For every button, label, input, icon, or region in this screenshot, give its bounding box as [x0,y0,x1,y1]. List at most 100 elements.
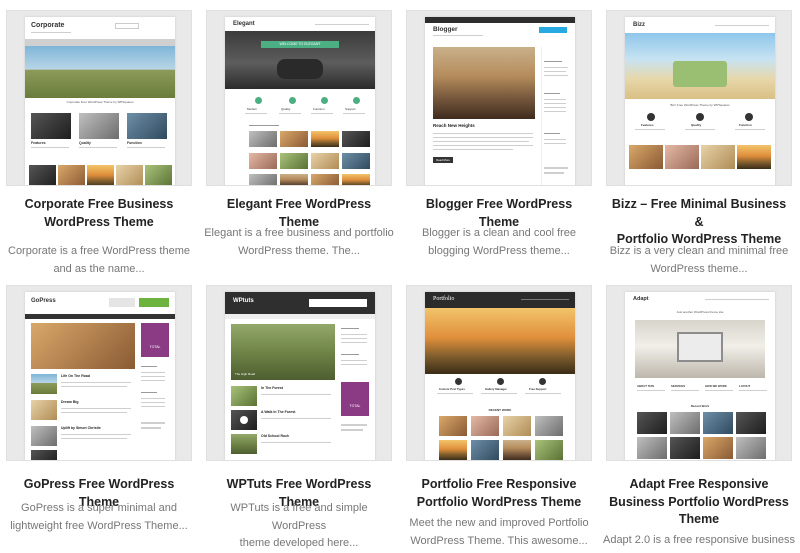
theme-title-line[interactable]: Bizz – Free Minimal Business & [606,196,792,231]
theme-description: Blogger is a clean and cool free bloggin… [402,225,596,260]
theme-desc-line: GoPress is a super minimal and [21,502,177,514]
theme-desc-line: Bizz is a very clean and minimal free [609,245,789,257]
theme-description: WPTuts is a free and simple WordPress th… [202,500,396,553]
preview-logo: Blogger [433,26,458,33]
theme-preview-wptuts: WPtuts The High Road In The Forest A Wal… [225,292,375,460]
preview-feature-3: Function [313,107,325,111]
preview-ad: TOTAL [141,323,169,357]
theme-desc-line: and as the name... [53,262,145,275]
theme-desc-line: Elegant is a free business and portfolio [204,227,394,239]
preview-hero-image [425,308,575,374]
theme-title[interactable]: Bizz – Free Minimal Business & Portfolio… [606,196,792,249]
theme-desc-line: Adapt 2.0 is a free responsive business [602,534,795,546]
theme-description: GoPress is a super minimal and lightweig… [2,500,196,535]
theme-thumbnail[interactable]: Bizz Bizz Free WordPress Theme by WPSqua… [606,10,792,186]
preview-feature-1: Features [31,141,46,145]
theme-description: Elegant is a free business and portfolio… [202,225,396,260]
preview-feature-2: SERVICES [671,384,686,388]
theme-desc-line: Meet the new and improved Portfolio [409,517,589,529]
preview-feature-4: LAYOUT [739,384,751,388]
theme-desc-line: blogging WordPress theme... [428,244,570,257]
preview-post-1: Life On The Road [61,374,90,378]
preview-post-4: Old School Rock [261,434,290,438]
preview-hero-image [31,323,135,369]
theme-thumbnail[interactable]: Corporate Corporate Free WordPress Theme… [6,10,192,186]
theme-title-line[interactable]: Adapt Free Responsive [606,476,792,494]
theme-preview-adapt: Adapt Just another WordPress theme site … [625,292,775,460]
preview-logo: GoPress [31,298,56,304]
theme-desc-line: Corporate is a free WordPress theme [8,245,190,257]
theme-preview-portfolio: Portfolio Custom Post Types Gallery Mana… [425,292,575,460]
preview-post-1: The High Road [235,372,256,376]
preview-post-2: Dream Big [61,400,79,404]
preview-feature-1: Features [641,123,654,127]
preview-feature-2: Quality [79,141,91,145]
theme-description: Corporate is a free WordPress theme and … [2,243,196,278]
preview-feature-2: Gallery Manager [485,387,507,391]
theme-thumbnail[interactable]: WPtuts The High Road In The Forest A Wal… [206,285,392,461]
theme-title-line[interactable]: Theme [606,511,792,529]
preview-feature-1: Modern [247,107,258,111]
preview-section-title: Recent Work [690,404,710,408]
preview-logo: Elegant [233,21,255,27]
preview-feature-1: Custom Post Types [439,387,465,391]
theme-desc-line: lightweight free WordPress Theme... [10,519,188,532]
theme-preview-gopress: GoPress Life On The Road Dream Big Uplif… [25,292,175,460]
theme-desc-line: WordPress Theme. This awesome... [410,534,588,547]
preview-post-image [433,47,535,119]
theme-title-line[interactable]: WordPress Theme [6,214,192,232]
preview-feature-3: Function [739,123,752,127]
preview-section-title: RECENT WORK [488,408,512,412]
preview-feature-2: Quality [281,107,291,111]
theme-card-elegant[interactable]: Elegant WELCOME TO ELEGANT Modern Qualit… [204,10,394,280]
theme-card-portfolio[interactable]: Portfolio Custom Post Types Gallery Mana… [406,285,592,553]
theme-preview-bizz: Bizz Bizz Free WordPress Theme by WPSqua… [625,17,775,185]
preview-feature-3: Function [127,141,142,145]
theme-description: Adapt 2.0 is a free responsive business [602,532,796,550]
preview-feature-2: Quality [691,123,702,127]
theme-card-blogger[interactable]: Blogger Reach New Heights Read More Blog… [406,10,592,280]
preview-banner: Corporate Free WordPress Theme by WPSqua… [66,100,134,104]
preview-post-3: A Walk In The Forest [261,410,296,414]
preview-post-3: Uplift by Simon Christie [61,426,101,430]
theme-desc-line: WordPress theme... [650,262,748,275]
theme-title-line[interactable]: Business Portfolio WordPress [606,494,792,512]
theme-thumbnail[interactable]: Adapt Just another WordPress theme site … [606,285,792,461]
theme-title[interactable]: Portfolio Free Responsive Portfolio Word… [406,476,592,511]
preview-feature-3: Free Support [529,387,547,391]
theme-card-adapt[interactable]: Adapt Just another WordPress theme site … [603,285,795,553]
theme-title-line[interactable]: Portfolio WordPress Theme [406,494,592,512]
preview-logo: Bizz [633,22,645,28]
theme-card-corporate[interactable]: Corporate Corporate Free WordPress Theme… [6,10,192,280]
preview-post-2: In The Forest [261,386,283,390]
theme-desc-line: Blogger is a clean and cool free [421,227,577,239]
preview-logo: Portfolio [433,296,455,302]
preview-logo: WPtuts [233,298,254,304]
theme-thumbnail[interactable]: GoPress Life On The Road Dream Big Uplif… [6,285,192,461]
preview-logo: Adapt [633,296,649,302]
preview-read-more: Read More [433,157,453,163]
theme-card-bizz[interactable]: Bizz Bizz Free WordPress Theme by WPSqua… [606,10,792,280]
theme-title-line[interactable]: Portfolio Free Responsive [406,476,592,494]
preview-feature-4: Support [345,107,356,111]
preview-logo: Corporate [31,22,65,29]
theme-card-gopress[interactable]: GoPress Life On The Road Dream Big Uplif… [6,285,192,553]
theme-desc-line: theme developed here... [239,537,359,549]
theme-description: Meet the new and improved Portfolio Word… [402,515,596,550]
theme-thumbnail[interactable]: Elegant WELCOME TO ELEGANT Modern Qualit… [206,10,392,186]
theme-description: Bizz is a very clean and minimal free Wo… [602,243,796,278]
preview-banner: WELCOME TO ELEGANT [261,41,339,48]
preview-feature-1: ABOUT THIS [637,384,655,388]
theme-title[interactable]: Adapt Free Responsive Business Portfolio… [606,476,792,529]
preview-banner: Bizz Free WordPress Theme by WPSquares [670,103,730,107]
theme-title-line[interactable]: Corporate Free Business [6,196,192,214]
preview-post-title: Reach New Heights [433,123,475,128]
preview-ad: TOTAL [341,382,369,416]
theme-thumbnail[interactable]: Blogger Reach New Heights Read More [406,10,592,186]
theme-title[interactable]: Corporate Free Business WordPress Theme [6,196,192,231]
theme-preview-corporate: Corporate Corporate Free WordPress Theme… [25,17,175,185]
theme-card-wptuts[interactable]: WPtuts The High Road In The Forest A Wal… [206,285,392,553]
preview-feature-3: HOW WE WORK [705,384,727,388]
theme-thumbnail[interactable]: Portfolio Custom Post Types Gallery Mana… [406,285,592,461]
theme-desc-line: WordPress theme. The... [238,244,360,257]
